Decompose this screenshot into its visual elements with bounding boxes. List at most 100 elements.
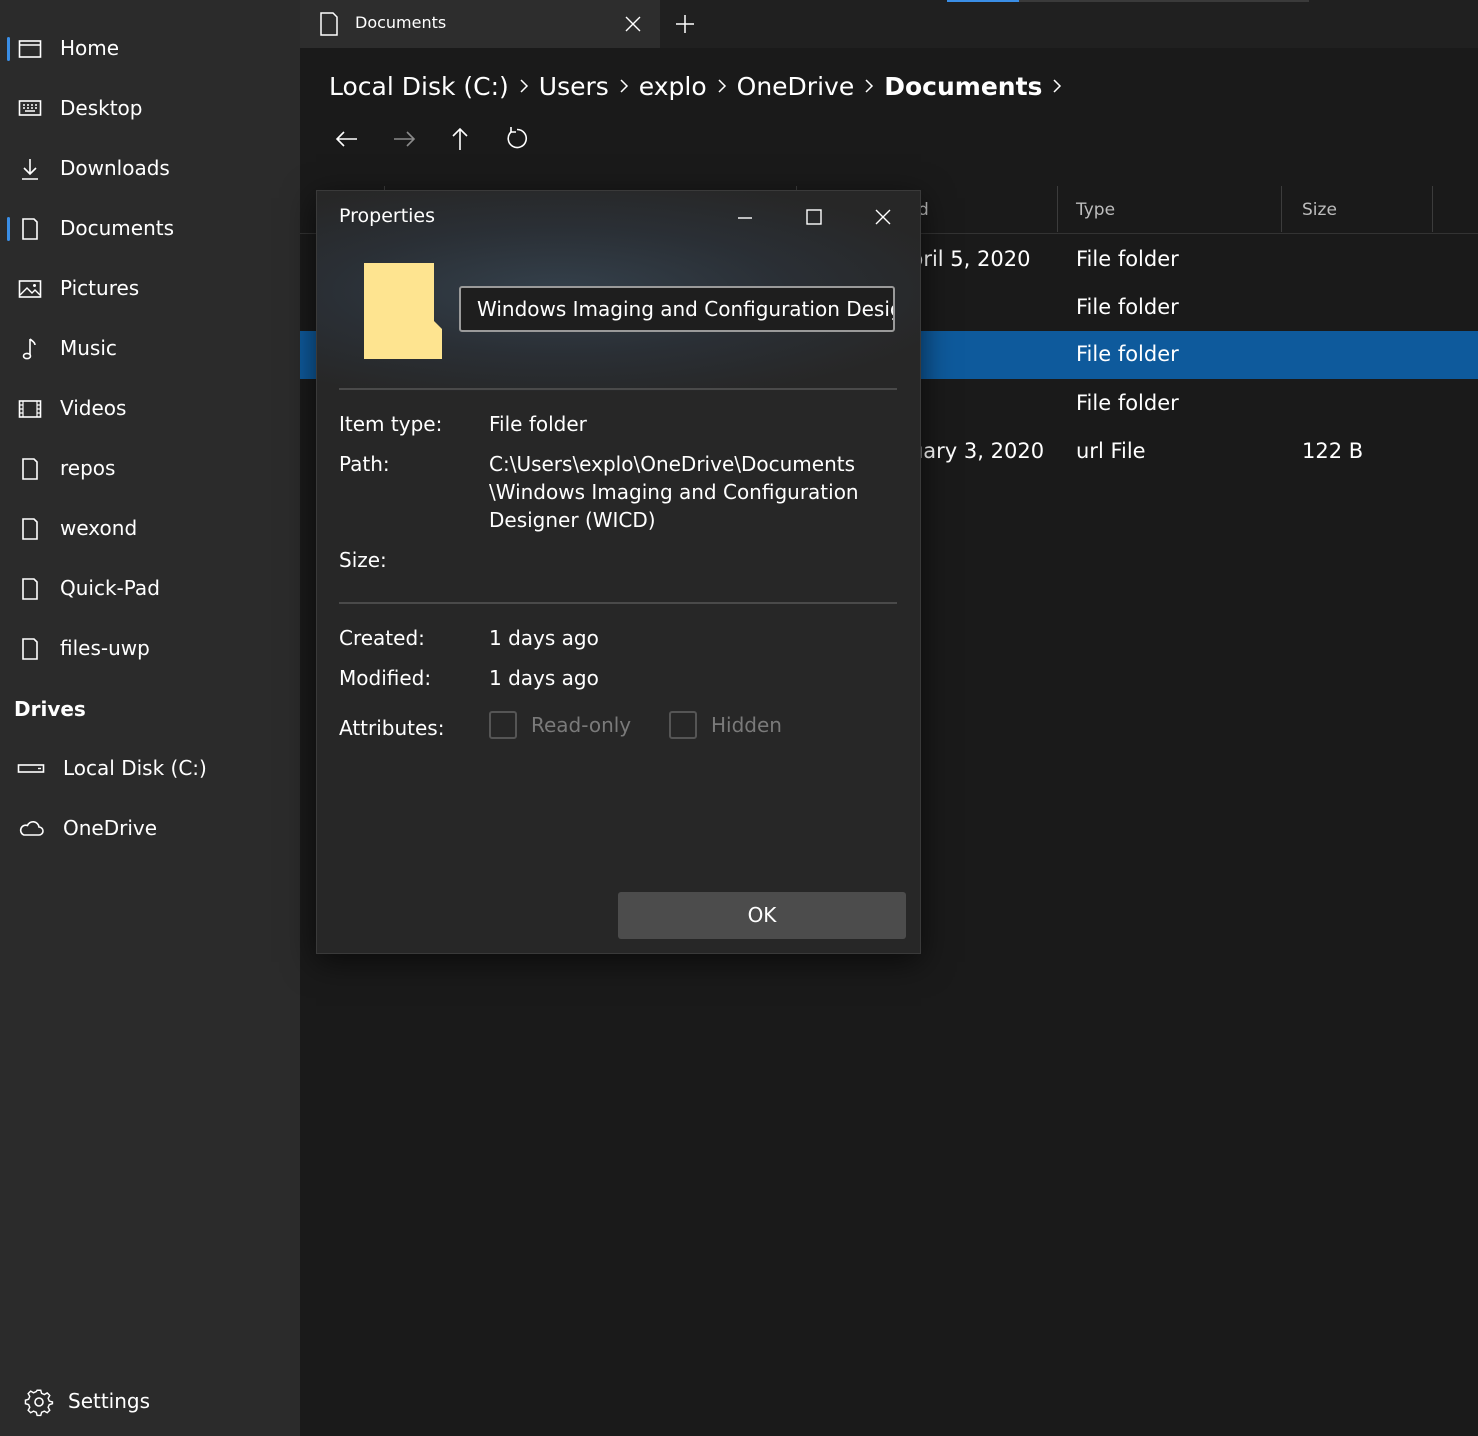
path-value-line: Designer (WICD) bbox=[489, 508, 656, 532]
breadcrumb-local-disk[interactable]: Local Disk (C:) bbox=[329, 72, 509, 101]
column-type[interactable]: Type bbox=[1076, 200, 1115, 220]
sidebar-item-label: wexond bbox=[60, 516, 138, 540]
new-tab-plus-icon[interactable] bbox=[674, 13, 696, 35]
file-type: File folder bbox=[1076, 342, 1179, 366]
breadcrumb-onedrive[interactable]: OneDrive bbox=[737, 72, 855, 101]
column-divider[interactable] bbox=[1432, 186, 1433, 232]
file-type: File folder bbox=[1076, 295, 1179, 319]
divider bbox=[339, 602, 897, 604]
folder-page-icon bbox=[22, 578, 38, 600]
sidebar-item-videos[interactable]: Videos bbox=[0, 384, 300, 434]
size-label: Size: bbox=[339, 548, 387, 572]
video-icon bbox=[18, 400, 42, 418]
sidebar-item-label: Documents bbox=[60, 216, 175, 240]
up-arrow-icon[interactable] bbox=[444, 124, 476, 154]
sidebar-item-label: Downloads bbox=[60, 156, 170, 180]
drive-icon bbox=[17, 764, 45, 773]
drag-region-line bbox=[1019, 0, 1309, 2]
drag-region-accent bbox=[947, 0, 1019, 2]
settings-button[interactable]: Settings bbox=[24, 1384, 224, 1422]
folder-icon bbox=[364, 263, 442, 359]
path-value-line: C:\Users\explo\OneDrive\Documents bbox=[489, 452, 856, 476]
sidebar-item-label: Videos bbox=[60, 396, 127, 420]
sidebar-item-onedrive[interactable]: OneDrive bbox=[0, 804, 300, 854]
path-value: C:\Users\explo\OneDrive\Documents \Windo… bbox=[489, 450, 859, 534]
sidebar-item-label: Home bbox=[60, 36, 120, 60]
sidebar: Home Desktop Downloads Documents Picture… bbox=[0, 0, 300, 1436]
column-size[interactable]: Size bbox=[1302, 200, 1337, 220]
file-type: File folder bbox=[1076, 247, 1179, 271]
column-divider[interactable] bbox=[1057, 186, 1058, 232]
folder-page-icon bbox=[22, 458, 38, 480]
sidebar-item-desktop[interactable]: Desktop bbox=[0, 84, 300, 134]
sidebar-item-label: repos bbox=[60, 456, 116, 480]
gear-icon bbox=[24, 1389, 54, 1417]
modified-value: 1 days ago bbox=[489, 666, 599, 690]
music-icon bbox=[22, 338, 36, 360]
sidebar-item-label: Pictures bbox=[60, 276, 140, 300]
close-tab-icon[interactable] bbox=[623, 14, 643, 34]
sidebar-item-label: files-uwp bbox=[60, 636, 150, 660]
chevron-right-icon bbox=[718, 79, 726, 93]
modified-label: Modified: bbox=[339, 666, 432, 690]
readonly-checkbox[interactable] bbox=[489, 711, 517, 739]
properties-dialog: Properties Windows Imaging and Configura… bbox=[316, 190, 921, 954]
file-size: 122 B bbox=[1302, 439, 1364, 463]
breadcrumb-documents[interactable]: Documents bbox=[884, 72, 1042, 101]
tab-strip: Documents bbox=[300, 0, 1478, 48]
sidebar-item-wexond[interactable]: wexond bbox=[0, 504, 300, 554]
sidebar-item-repos[interactable]: repos bbox=[0, 444, 300, 494]
chevron-right-icon[interactable] bbox=[1042, 76, 1072, 96]
sidebar-item-downloads[interactable]: Downloads bbox=[0, 144, 300, 194]
sidebar-item-label: Desktop bbox=[60, 96, 143, 120]
selection-indicator bbox=[7, 217, 10, 241]
file-date: pril 5, 2020 bbox=[910, 247, 1031, 271]
picture-icon bbox=[18, 280, 42, 298]
path-value-line: \Windows Imaging and Configuration bbox=[489, 480, 859, 504]
created-value: 1 days ago bbox=[489, 626, 599, 650]
item-name-input[interactable]: Windows Imaging and Configuration Design bbox=[459, 286, 895, 332]
file-date: uary 3, 2020 bbox=[910, 439, 1045, 463]
chevron-right-icon bbox=[620, 79, 628, 93]
breadcrumb: Local Disk (C:) Users explo OneDrive Doc… bbox=[329, 66, 1072, 106]
sidebar-item-quick-pad[interactable]: Quick-Pad bbox=[0, 564, 300, 614]
chevron-right-icon bbox=[520, 79, 528, 93]
breadcrumb-explo[interactable]: explo bbox=[639, 72, 707, 101]
hidden-checkbox[interactable] bbox=[669, 711, 697, 739]
dialog-title: Properties bbox=[339, 205, 436, 227]
readonly-checkbox-label[interactable]: Read-only bbox=[531, 713, 631, 737]
sidebar-item-pictures[interactable]: Pictures bbox=[0, 264, 300, 314]
sidebar-item-home[interactable]: Home bbox=[0, 24, 300, 74]
desktop-icon bbox=[18, 100, 42, 116]
sidebar-item-label: Local Disk (C:) bbox=[63, 756, 207, 780]
home-icon bbox=[18, 40, 42, 58]
file-type: File folder bbox=[1076, 391, 1179, 415]
created-label: Created: bbox=[339, 626, 425, 650]
download-icon bbox=[22, 159, 38, 180]
file-type: url File bbox=[1076, 439, 1146, 463]
hidden-checkbox-label[interactable]: Hidden bbox=[711, 713, 782, 737]
folder-page-icon bbox=[22, 638, 38, 660]
tab-title: Documents bbox=[355, 13, 447, 32]
document-icon bbox=[22, 218, 38, 240]
divider bbox=[339, 388, 897, 390]
maximize-icon[interactable] bbox=[802, 205, 826, 229]
close-icon[interactable] bbox=[871, 205, 895, 229]
sidebar-item-files-uwp[interactable]: files-uwp bbox=[0, 624, 300, 674]
sidebar-item-documents[interactable]: Documents bbox=[0, 204, 300, 254]
forward-arrow-icon[interactable] bbox=[388, 124, 420, 154]
sidebar-item-label: Music bbox=[60, 336, 117, 360]
sidebar-item-local-disk[interactable]: Local Disk (C:) bbox=[0, 744, 300, 794]
item-type-value: File folder bbox=[489, 412, 587, 436]
refresh-icon[interactable] bbox=[501, 124, 533, 154]
tab-documents[interactable]: Documents bbox=[300, 0, 660, 48]
back-arrow-icon[interactable] bbox=[331, 124, 363, 154]
cloud-icon bbox=[19, 821, 44, 836]
document-icon bbox=[320, 12, 338, 36]
breadcrumb-users[interactable]: Users bbox=[539, 72, 609, 101]
sidebar-item-music[interactable]: Music bbox=[0, 324, 300, 374]
ok-button[interactable]: OK bbox=[618, 892, 906, 939]
column-divider[interactable] bbox=[1281, 186, 1282, 232]
chevron-right-icon bbox=[865, 79, 874, 93]
minimize-icon[interactable] bbox=[733, 205, 757, 229]
